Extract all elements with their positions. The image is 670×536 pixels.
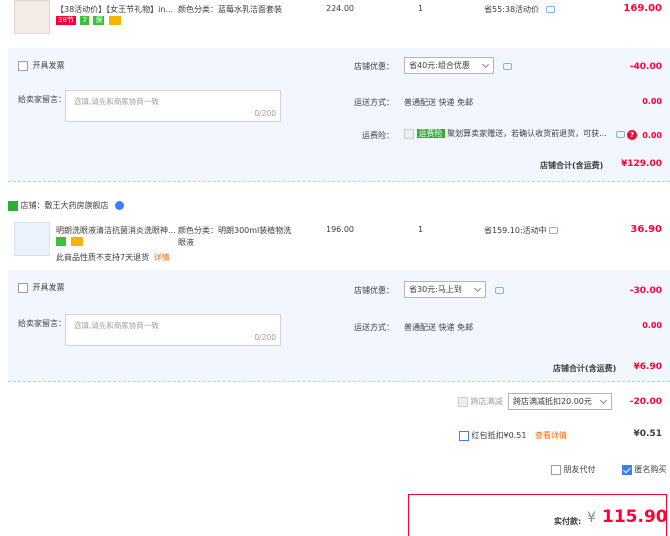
cross-store-amount: -20.00 xyxy=(629,397,662,407)
order-item-row-1: 【38活动价】【女王节礼物】in... 38节 7 保 颜色分类：蓝莓水乳洁面套… xyxy=(0,0,670,38)
card-icon xyxy=(109,16,122,25)
tag-guarantee: 保 xyxy=(93,16,105,25)
guarantee-icon xyxy=(56,237,66,246)
insurance-amount: 0.00 xyxy=(642,131,662,140)
shop1-total-label: 店铺合计(含运费) xyxy=(540,161,604,170)
message-count: 0/200 xyxy=(254,109,276,118)
pay-symbol: ¥ xyxy=(587,510,596,526)
anonymous-option[interactable]: 匿名购买 xyxy=(622,464,667,475)
shop1-total: ¥129.00 xyxy=(621,159,662,169)
shipping-value: 普通配送 快递 免邮 xyxy=(404,323,474,332)
promo-label: 店铺优惠： xyxy=(354,62,394,71)
product-spec: 颜色分类：蓝莓水乳洁面套装 xyxy=(178,5,282,14)
chevron-down-icon xyxy=(599,396,608,405)
message-input[interactable]: 选填,请先和商家协商一致 0/200 xyxy=(65,314,281,346)
chevron-down-icon xyxy=(481,60,490,69)
cross-store-discount: 跨店满减 xyxy=(458,396,503,407)
insurance-badge: 运费险 xyxy=(416,129,445,138)
invoice-label: 开具发票 xyxy=(32,61,65,70)
shipping-amount: 0.00 xyxy=(642,321,662,330)
pay-total-box: 实付款: ¥ 115.90 xyxy=(408,494,668,536)
insurance-option: 运费险 聚划算卖家赠送，若确认收货前退货，可获... xyxy=(404,128,607,139)
product-price: 224.00 xyxy=(326,4,354,13)
tag-38: 38节 xyxy=(56,16,76,25)
invoice-checkbox[interactable] xyxy=(18,60,28,71)
shop2-options-panel: 开具发票 店铺优惠： 省30元:马上到 -30.00 给卖家留言： 选填,请先和… xyxy=(8,270,670,382)
product-tags: 38节 7 保 xyxy=(56,16,123,25)
promo-amount: -40.00 xyxy=(629,62,662,72)
product-subtotal: 36.90 xyxy=(630,224,662,235)
pay-label: 实付款: xyxy=(554,517,582,526)
product-tags xyxy=(56,237,85,246)
product-qty: 1 xyxy=(418,4,424,13)
insurance-label: 运费险： xyxy=(362,131,394,140)
product-price: 196.00 xyxy=(326,225,354,234)
cross-store-checkbox xyxy=(458,396,468,407)
order-item-row-2: 明朗洗眼液清洁抗菌消炎洗眼神... 此商品性质不支持7天退货 详情 颜色分类：明… xyxy=(0,222,670,268)
redpacket-detail-link[interactable]: 查看详情 xyxy=(535,431,567,440)
promo-select[interactable]: 省30元:马上到 xyxy=(404,281,486,298)
invoice-option[interactable]: 开具发票 xyxy=(18,60,65,71)
insurance-text: 聚划算卖家赠送，若确认收货前退货，可获... xyxy=(447,129,607,138)
friend-pay-label: 朋友代付 xyxy=(563,465,596,474)
anonymous-checkbox[interactable] xyxy=(622,464,632,475)
promo-amount: -30.00 xyxy=(629,286,662,296)
cross-store-label: 跨店满减 xyxy=(470,397,503,406)
chat-icon[interactable] xyxy=(616,131,625,138)
anonymous-label: 匿名购买 xyxy=(634,465,667,474)
product-thumbnail[interactable] xyxy=(14,222,50,256)
chat-icon[interactable] xyxy=(503,63,512,70)
product-spec: 颜色分类：明朗300ml装植物洗眼液 xyxy=(178,226,292,247)
invoice-checkbox[interactable] xyxy=(18,282,28,293)
return-note: 此商品性质不支持7天退货 详情 xyxy=(56,253,170,262)
chevron-down-icon xyxy=(473,284,482,293)
shop2-header: 店铺：敷王大药房旗舰店 xyxy=(8,200,125,211)
promo-select[interactable]: 省40元:组合优惠 xyxy=(404,57,494,74)
card-icon xyxy=(70,237,83,246)
invoice-option[interactable]: 开具发票 xyxy=(18,282,65,293)
message-input[interactable]: 选填,请先和商家协商一致 0/200 xyxy=(65,90,281,122)
chat-icon[interactable] xyxy=(549,227,558,234)
shop2-total: ¥6.90 xyxy=(633,362,662,372)
shop-name[interactable]: 店铺：敷王大药房旗舰店 xyxy=(21,201,109,210)
return-detail-link[interactable]: 详情 xyxy=(154,253,170,262)
shop-icon xyxy=(8,200,18,211)
promo-label: 店铺优惠： xyxy=(354,286,394,295)
shipping-amount: 0.00 xyxy=(642,97,662,106)
redpacket-checkbox[interactable] xyxy=(459,430,469,441)
product-discount: 省159.10:活动中 xyxy=(484,226,547,235)
shipping-value: 普通配送 快递 免邮 xyxy=(404,98,474,107)
chat-icon[interactable] xyxy=(495,287,504,294)
product-discount: 省55:38活动价 xyxy=(484,5,540,14)
shipping-label: 运送方式： xyxy=(354,323,394,332)
pay-amount: 115.90 xyxy=(602,507,668,527)
redpacket-amount: ¥0.51 xyxy=(633,429,662,439)
redpacket-label: 红包抵扣¥0.51 xyxy=(471,431,527,440)
message-label: 给卖家留言： xyxy=(18,95,66,104)
product-qty: 1 xyxy=(418,225,424,234)
invoice-label: 开具发票 xyxy=(32,283,65,292)
product-title[interactable]: 明朗洗眼液清洁抗菌消炎洗眼神... xyxy=(56,225,178,236)
shipping-label: 运送方式： xyxy=(354,98,394,107)
message-count: 0/200 xyxy=(254,333,276,342)
shop2-total-label: 店铺合计(含运费) xyxy=(553,364,617,373)
redpacket-option[interactable]: 红包抵扣¥0.51 查看详情 xyxy=(459,430,567,441)
tag-7day: 7 xyxy=(80,16,89,25)
friend-pay-checkbox[interactable] xyxy=(551,464,561,475)
info-icon[interactable]: ? xyxy=(627,130,637,140)
verified-icon xyxy=(115,201,125,210)
product-thumbnail[interactable] xyxy=(14,0,50,34)
insurance-checkbox xyxy=(404,128,414,139)
product-title[interactable]: 【38活动价】【女王节礼物】in... xyxy=(56,4,176,15)
friend-pay-option[interactable]: 朋友代付 xyxy=(551,464,596,475)
cross-store-select[interactable]: 跨店满减抵扣20.00元 xyxy=(508,393,612,410)
message-label: 给卖家留言： xyxy=(18,319,66,328)
product-subtotal: 169.00 xyxy=(623,3,662,14)
chat-icon[interactable] xyxy=(546,6,555,13)
shop1-options-panel: 开具发票 店铺优惠： 省40元:组合优惠 -40.00 给卖家留言： 选填,请先… xyxy=(8,48,670,182)
